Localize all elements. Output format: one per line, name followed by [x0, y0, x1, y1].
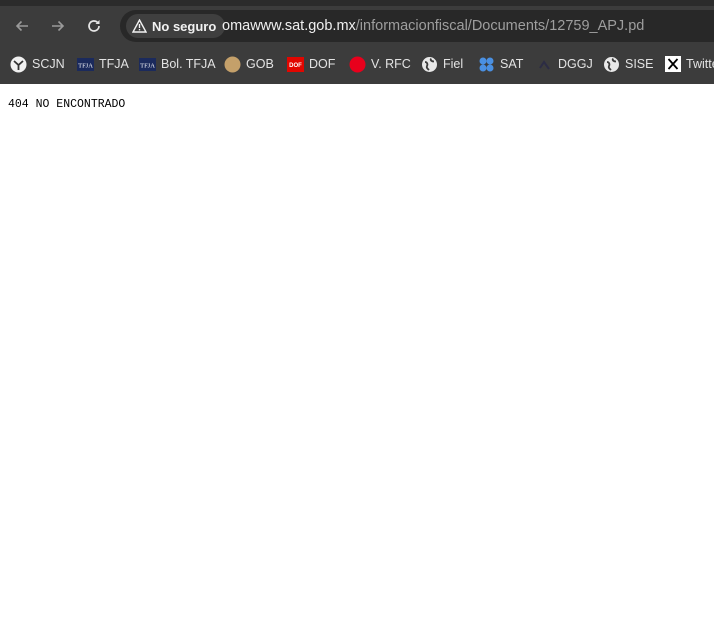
bookmark-sise[interactable]: SISE: [603, 54, 654, 74]
svg-text:TFJA: TFJA: [140, 62, 155, 69]
gob-icon: [224, 56, 241, 73]
bookmark-label: Twitte: [686, 57, 714, 71]
tfja-icon: TFJA: [139, 56, 156, 73]
bookmark-label: TFJA: [99, 57, 129, 71]
bookmark-label: Bol. TFJA: [161, 57, 216, 71]
address-bar[interactable]: No seguro omawww.sat.gob.mx/informacionf…: [120, 10, 714, 42]
bookmark-label: Fiel: [443, 57, 464, 71]
security-chip[interactable]: No seguro: [126, 14, 226, 38]
reload-icon: [88, 20, 100, 32]
security-chip-label: No seguro: [152, 18, 217, 34]
dggj-icon: [536, 56, 553, 73]
bookmark-tfja[interactable]: TFJA TFJA: [77, 54, 129, 74]
globe-icon: [421, 56, 438, 73]
arrow-right-icon: [52, 20, 65, 32]
forward-button[interactable]: [44, 12, 72, 40]
sat-icon: [478, 56, 495, 73]
arrow-left-icon: [15, 20, 28, 32]
globe-icon: [603, 56, 620, 73]
url-path: /informacionfiscal/Documents/12759_APJ.p…: [355, 18, 645, 34]
bookmark-bol-tfja[interactable]: TFJA Bol. TFJA: [139, 54, 216, 74]
dof-icon: DOF: [287, 56, 304, 73]
bookmark-label: SISE: [625, 57, 654, 71]
tfja-icon: TFJA: [77, 56, 94, 73]
bookmark-dggj[interactable]: DGGJ: [536, 54, 593, 74]
bookmark-label: SCJN: [32, 57, 65, 71]
bookmark-label: DOF: [309, 57, 336, 71]
bookmark-fiel[interactable]: Fiel: [421, 54, 463, 74]
svg-text:DOF: DOF: [289, 63, 302, 69]
bookmark-label: V. RFC: [371, 57, 411, 71]
reload-button[interactable]: [80, 12, 108, 40]
error-message: 404 NO ENCONTRADO: [8, 98, 126, 111]
bookmark-dof[interactable]: DOF DOF: [287, 54, 335, 74]
svg-text:TFJA: TFJA: [78, 62, 93, 69]
bookmark-gob[interactable]: GOB: [224, 54, 274, 74]
bookmarks-bar: SCJN TFJA TFJA TFJA Bol. TFJA GOB DOF DO…: [0, 46, 714, 84]
url-text[interactable]: omawww.sat.gob.mx/informacionfiscal/Docu…: [222, 18, 644, 34]
scjn-icon: [10, 56, 27, 73]
bookmark-v-rfc[interactable]: V. RFC: [349, 54, 411, 74]
bookmark-sat[interactable]: SAT: [478, 54, 523, 74]
browser-toolbar: No seguro omawww.sat.gob.mx/informacionf…: [0, 6, 714, 46]
url-host: omawww.sat.gob.mx: [222, 18, 356, 34]
warning-icon: [132, 19, 147, 33]
bookmark-scjn[interactable]: SCJN: [10, 54, 65, 74]
bookmark-label: SAT: [500, 57, 524, 71]
browser-chrome: No seguro omawww.sat.gob.mx/informacionf…: [0, 0, 714, 84]
bookmark-twitter[interactable]: Twitte: [664, 54, 714, 74]
back-button[interactable]: [8, 12, 36, 40]
red-circle-icon: [349, 56, 366, 73]
bookmark-label: DGGJ: [558, 57, 593, 71]
bookmark-label: GOB: [246, 57, 274, 71]
x-icon: [664, 56, 681, 73]
